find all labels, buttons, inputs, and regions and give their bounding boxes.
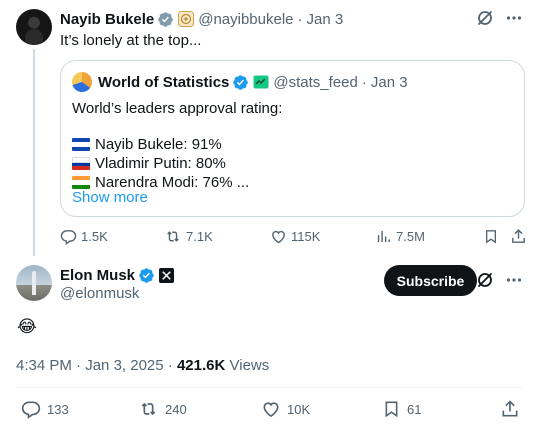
like-button[interactable]: 10K [261,399,310,419]
tweet-time[interactable]: 4:34 PM [16,357,72,374]
avatar[interactable] [16,265,52,301]
tweet-timestamp: 4:34 PM · Jan 3, 2025 · 421.6K Views [16,357,269,374]
more-options-icon[interactable] [505,9,523,27]
verified-blue-icon [232,74,249,91]
tweet-text: It’s lonely at the top... [60,32,202,49]
author-handle[interactable]: @stats_feed [273,74,357,91]
bookmark-button[interactable] [483,228,499,245]
heart-icon [261,399,281,419]
bookmark-count: 61 [407,401,422,417]
bookmark-icon [382,399,401,419]
views-button[interactable]: 7.5M [375,228,425,245]
list-item: Vladimir Putin: 80% [72,154,249,173]
india-flag-icon [72,176,90,189]
reply-count: 133 [47,401,69,417]
quoted-tweet-header: World of Statistics @stats_feed · Jan 3 [72,72,408,92]
repost-button[interactable]: 7.1K [164,228,213,245]
share-icon [510,228,527,245]
share-button[interactable] [510,228,527,245]
analytics-icon [375,228,392,245]
repost-count: 240 [165,401,187,417]
reply-icon [21,399,41,419]
like-button[interactable]: 115K [270,228,320,245]
el-salvador-flag-icon [72,138,90,151]
separator-dot: · [361,73,367,91]
heart-icon [270,228,287,245]
bookmark-button[interactable]: 61 [382,399,421,419]
share-button[interactable] [500,399,520,419]
reply-icon [60,228,77,245]
tweet-date[interactable]: Jan 3, 2025 [85,357,163,374]
show-more-link[interactable]: Show more [72,189,148,206]
reply-button[interactable]: 133 [21,399,69,419]
main-tweet-top-actions [476,271,523,289]
quoted-tweet[interactable]: World of Statistics @stats_feed · Jan 3 … [60,60,525,217]
bookmark-icon [483,228,499,245]
quoted-tweet-list: Nayib Bukele: 91% Vladimir Putin: 80% Na… [72,135,249,192]
share-icon [500,399,520,419]
reply-button[interactable]: 1.5K [60,228,108,245]
tweet-date[interactable]: Jan 3 [307,11,344,28]
x-logo-icon[interactable] [159,267,175,283]
tweet-date[interactable]: Jan 3 [371,74,408,91]
affiliation-seal-icon[interactable] [178,11,195,27]
views-count: 7.5M [396,229,425,244]
author-name[interactable]: Elon Musk [60,267,135,284]
author-handle[interactable]: @nayibbukele [198,11,293,28]
separator-dot: · [167,357,173,374]
views-count: 421.6K [176,357,226,374]
parent-tweet-top-actions [476,9,523,27]
repost-icon [138,399,159,419]
verified-gray-icon [157,11,174,28]
parent-tweet[interactable]: Nayib Bukele @nayibbukele · Jan 3 It’s l… [0,0,538,256]
parent-tweet-actions: 1.5K 7.1K 115K 7.5M [60,228,530,246]
like-count: 10K [287,401,311,417]
parent-tweet-header: Nayib Bukele @nayibbukele · Jan 3 [60,10,343,28]
avatar[interactable] [16,9,52,45]
thread-line [33,49,35,256]
list-item-text: Nayib Bukele: 91% [95,136,222,153]
repost-icon [164,228,182,245]
divider [16,387,522,388]
author-name[interactable]: Nayib Bukele [60,11,154,28]
reply-count: 1.5K [81,229,108,244]
list-item-text: Vladimir Putin: 80% [95,155,226,172]
author-name[interactable]: World of Statistics [98,74,229,91]
grok-icon[interactable] [476,271,494,289]
avatar[interactable] [72,72,92,92]
author-handle[interactable]: @elonmusk [60,285,139,302]
grok-icon[interactable] [476,9,494,27]
list-item: Nayib Bukele: 91% [72,135,249,154]
affiliation-badge-icon[interactable] [253,74,269,90]
separator-dot: · [76,357,82,374]
verified-blue-icon [138,267,155,284]
subscribe-button[interactable]: Subscribe [384,265,477,296]
main-tweet-actions: 133 240 10K 61 [16,399,522,421]
main-tweet-header: Elon Musk [60,266,178,284]
repost-count: 7.1K [186,229,213,244]
russia-flag-icon [72,157,90,170]
more-options-icon[interactable] [505,271,523,289]
repost-button[interactable]: 240 [138,399,187,419]
quoted-tweet-headline: World’s leaders approval rating: [72,100,283,117]
views-label: Views [229,357,270,374]
tweet-text: 😂 [17,317,37,336]
separator-dot: · [297,10,303,28]
like-count: 115K [291,229,321,244]
